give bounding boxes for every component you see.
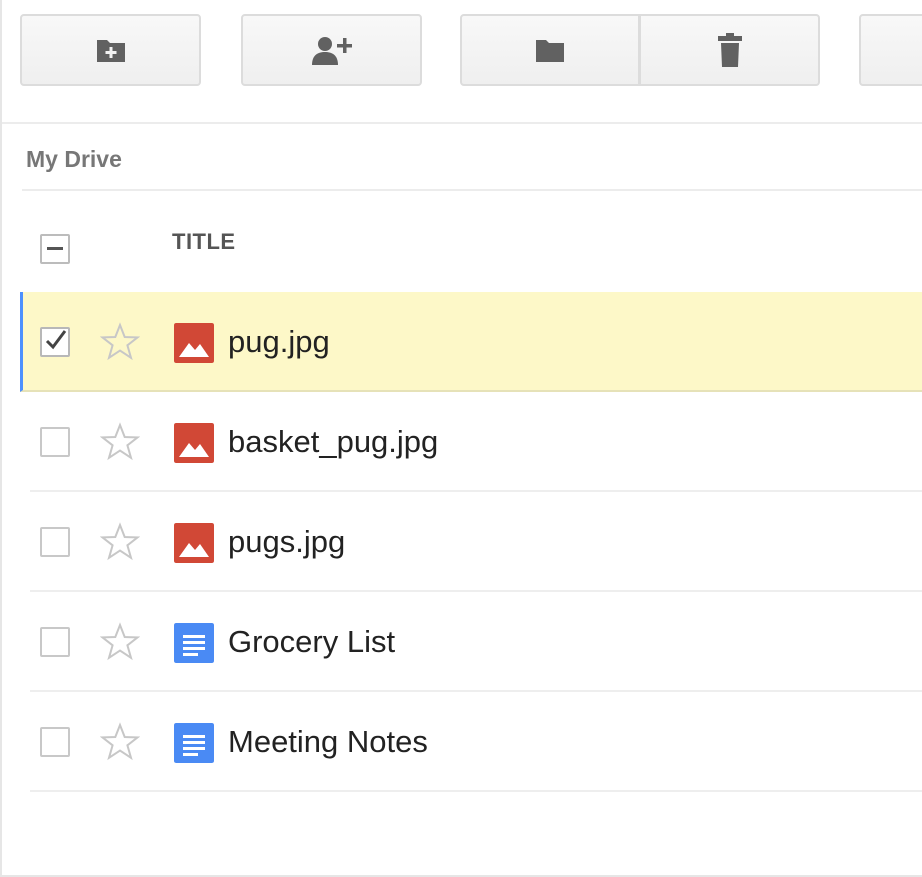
file-list: pug.jpg basket_pug.jpg pugs.jpg Grocery …: [20, 292, 922, 792]
star-icon[interactable]: [100, 422, 140, 462]
toolbar: [2, 0, 922, 124]
file-name[interactable]: basket_pug.jpg: [228, 424, 438, 460]
star-icon[interactable]: [100, 322, 140, 362]
file-name[interactable]: Grocery List: [228, 624, 395, 660]
drive-window: My Drive TITLE pug.jpg basket_pug.jpg pu…: [0, 0, 922, 877]
image-file-icon: [174, 323, 214, 363]
table-row[interactable]: pug.jpg: [20, 292, 922, 392]
file-name[interactable]: pug.jpg: [228, 324, 330, 360]
new-folder-icon: [96, 37, 126, 63]
breadcrumb: My Drive: [22, 124, 922, 191]
star-icon[interactable]: [100, 522, 140, 562]
table-row[interactable]: basket_pug.jpg: [30, 392, 922, 492]
trash-icon: [717, 33, 743, 67]
row-checkbox[interactable]: [40, 527, 70, 557]
share-button[interactable]: [241, 14, 422, 86]
more-button[interactable]: [859, 14, 922, 86]
star-icon[interactable]: [100, 722, 140, 762]
checkmark-icon: [45, 330, 67, 350]
document-file-icon: [174, 723, 214, 763]
star-icon[interactable]: [100, 622, 140, 662]
row-checkbox[interactable]: [40, 727, 70, 757]
row-checkbox[interactable]: [40, 327, 70, 357]
delete-button[interactable]: [640, 14, 820, 86]
table-row[interactable]: Grocery List: [30, 592, 922, 692]
file-name[interactable]: pugs.jpg: [228, 524, 345, 560]
table-header: TITLE: [22, 191, 922, 292]
row-checkbox[interactable]: [40, 427, 70, 457]
file-name[interactable]: Meeting Notes: [228, 724, 428, 760]
image-file-icon: [174, 423, 214, 463]
select-all-checkbox[interactable]: [40, 234, 70, 264]
new-folder-button[interactable]: [20, 14, 201, 86]
share-icon: [311, 35, 352, 65]
document-file-icon: [174, 623, 214, 663]
table-row[interactable]: Meeting Notes: [30, 692, 922, 792]
image-file-icon: [174, 523, 214, 563]
move-to-folder-button[interactable]: [460, 14, 640, 86]
minus-icon: [47, 247, 63, 250]
table-row[interactable]: pugs.jpg: [30, 492, 922, 592]
breadcrumb-my-drive[interactable]: My Drive: [26, 146, 122, 173]
row-checkbox[interactable]: [40, 627, 70, 657]
column-header-title[interactable]: TITLE: [172, 229, 236, 255]
move-to-folder-icon: [535, 37, 565, 63]
